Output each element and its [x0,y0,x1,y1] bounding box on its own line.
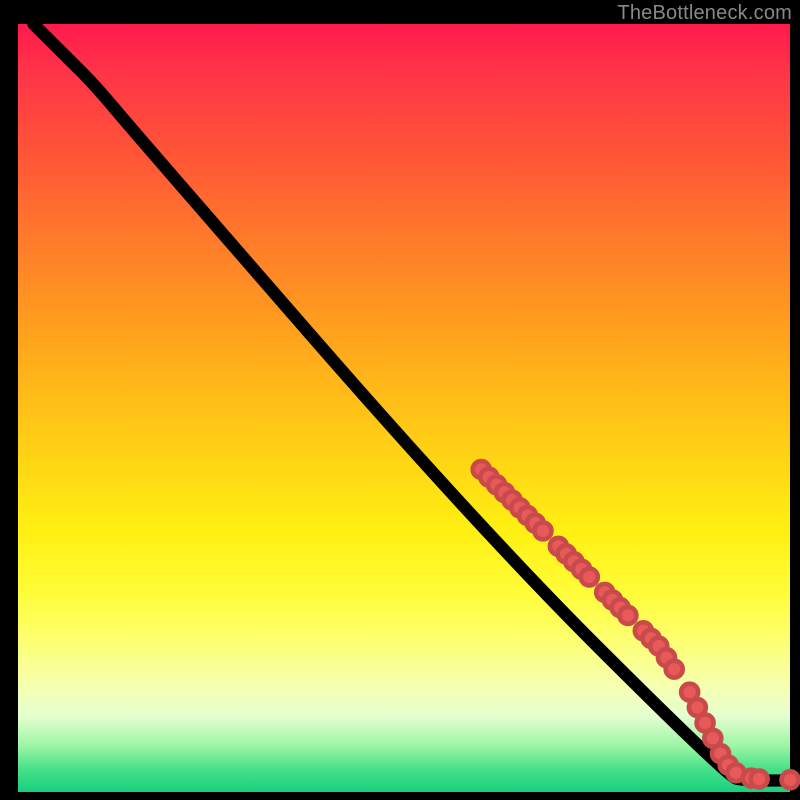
data-point [751,770,768,787]
data-point [782,771,799,788]
chart-svg [18,24,790,792]
chart-area [18,24,790,792]
data-point [581,569,598,586]
data-point [619,607,636,624]
data-point [666,661,683,678]
data-point [534,522,551,539]
chart-markers [473,461,799,788]
attribution-label: TheBottleneck.com [617,2,792,25]
